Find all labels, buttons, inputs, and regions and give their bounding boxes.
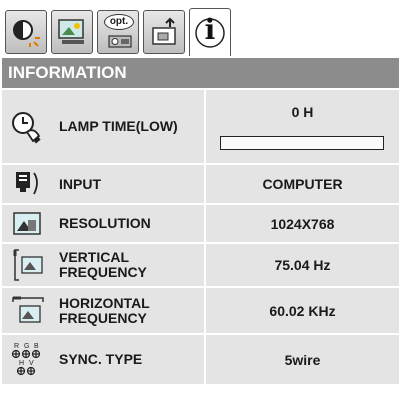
information-tab[interactable]: i <box>189 8 231 56</box>
info-row-lamp: LAMP TIME(LOW) 0 H <box>2 90 399 165</box>
sync-icon-letter-h: H <box>19 360 24 367</box>
resolution-label: RESOLUTION <box>59 215 151 231</box>
info-row-horizontal-frequency: HORIZONTAL FREQUENCY 60.02 KHz <box>2 288 399 335</box>
image-position-tab[interactable] <box>51 10 93 54</box>
options-tab[interactable]: opt. <box>97 10 139 54</box>
label-cell: INPUT <box>2 165 206 203</box>
horizontal-frequency-value: 60.02 KHz <box>206 288 399 333</box>
vertical-frequency-value: 75.04 Hz <box>206 244 399 286</box>
picture-adjust-tab[interactable] <box>5 10 47 54</box>
vertical-frequency-label-line1: VERTICAL <box>59 249 129 265</box>
sync-icon-letter-g: G <box>24 343 29 350</box>
input-label: INPUT <box>59 175 101 192</box>
label-cell: VERTICAL FREQUENCY <box>2 244 206 286</box>
install-icon <box>148 16 180 48</box>
vertical-frequency-icon <box>8 247 48 283</box>
sync-type-label: SYNC. TYPE <box>59 351 143 367</box>
sync-icon-letter-v: V <box>29 360 34 367</box>
info-row-input: INPUT COMPUTER <box>2 165 399 205</box>
setting-tab[interactable] <box>143 10 185 54</box>
label-cell: R G B H V SYNC. TYPE <box>2 335 206 384</box>
value-cell: 0 H <box>206 90 399 163</box>
horizontal-frequency-label-line2: FREQUENCY <box>59 309 147 326</box>
opt-icon <box>108 34 132 48</box>
lamp-time-bar <box>220 136 384 150</box>
vertical-frequency-label: VERTICAL FREQUENCY <box>59 250 147 280</box>
sync-icon-letter-b: B <box>34 343 39 350</box>
sync-type-icon: R G B H V <box>8 342 48 378</box>
sync-type-value: 5wire <box>206 335 399 384</box>
section-header: INFORMATION <box>2 58 399 88</box>
info-row-resolution: RESOLUTION 1024X768 <box>2 205 399 244</box>
resolution-value: 1024X768 <box>206 205 399 242</box>
label-cell: RESOLUTION <box>2 205 206 242</box>
horizontal-frequency-icon <box>8 293 48 329</box>
vertical-frequency-label-line2: FREQUENCY <box>59 264 147 280</box>
lamp-icon <box>8 109 48 145</box>
label-cell: LAMP TIME(LOW) <box>2 90 206 163</box>
label-cell: HORIZONTAL FREQUENCY <box>2 288 206 333</box>
sync-icon-letter-r: R <box>14 343 19 350</box>
input-icon <box>8 166 48 202</box>
opt-label: opt. <box>104 14 134 30</box>
horizontal-frequency-label: HORIZONTAL FREQUENCY <box>59 294 150 326</box>
info-glyph: i <box>204 13 216 46</box>
info-row-vertical-frequency: VERTICAL FREQUENCY 75.04 Hz <box>2 244 399 288</box>
resolution-icon <box>8 206 48 242</box>
lamp-time-value: 0 H <box>291 104 314 120</box>
horizontal-frequency-label-line1: HORIZONTAL <box>59 294 150 311</box>
lamp-time-label: LAMP TIME(LOW) <box>59 118 178 134</box>
image-screen-icon <box>56 17 88 47</box>
input-value: COMPUTER <box>206 165 399 203</box>
menu-tab-bar: opt. i <box>5 8 231 56</box>
info-row-sync-type: R G B H V SYNC. TYPE 5wire <box>2 335 399 386</box>
contrast-brightness-icon <box>10 16 42 48</box>
